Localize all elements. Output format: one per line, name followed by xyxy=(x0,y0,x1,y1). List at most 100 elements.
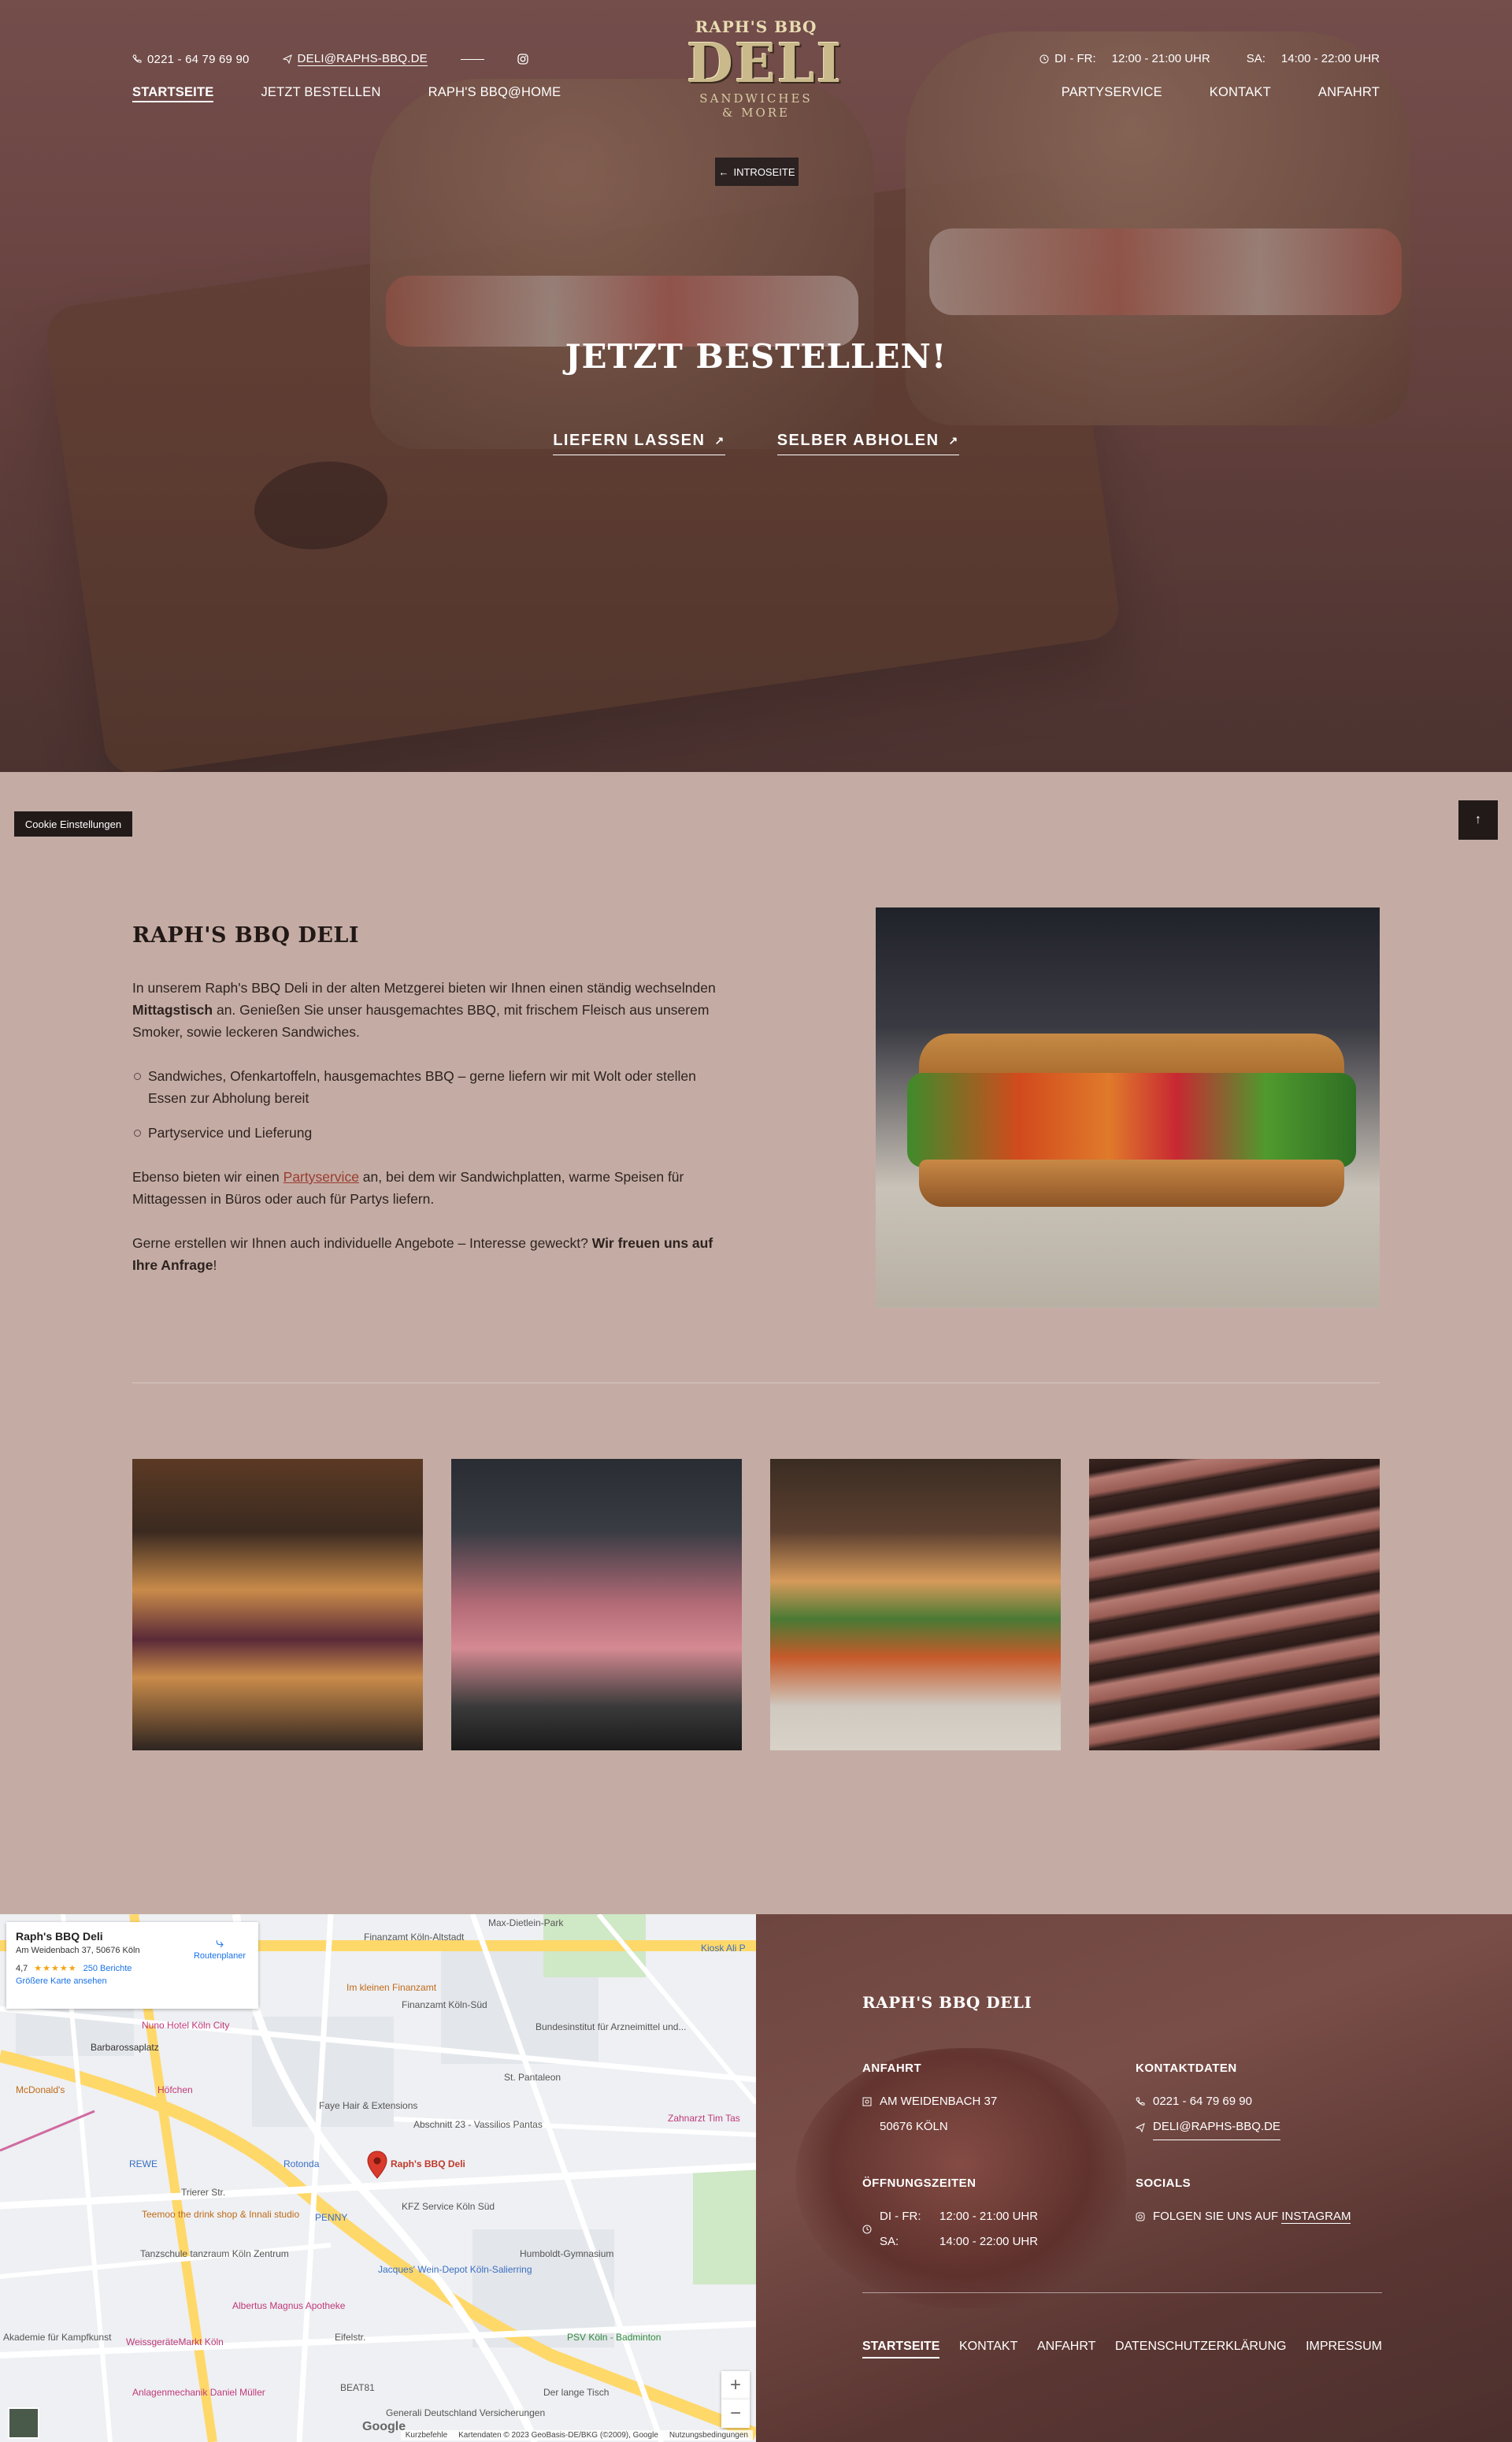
header-email-link[interactable]: DELI@RAPHS-BBQ.DE xyxy=(282,52,428,66)
route-planner-label: Routenplaner xyxy=(193,1951,246,1961)
map-label: Abschnitt 23 - Vassilios Pantas xyxy=(413,2119,543,2130)
footer-kontakt-title: KONTAKTDATEN xyxy=(1136,2062,1237,2075)
map-label: Faye Hair & Extensions xyxy=(319,2100,418,2111)
gallery-image-brisket[interactable] xyxy=(1089,1459,1380,1750)
about-title: RAPH'S BBQ DELI xyxy=(132,923,360,948)
map-label: Nuno Hotel Köln City xyxy=(142,2020,230,2031)
map-label: McDonald's xyxy=(16,2084,65,2095)
instagram-link[interactable] xyxy=(517,54,528,65)
footer-anfahrt-title: ANFAHRT xyxy=(862,2062,922,2075)
footer-hours-title: ÖFFNUNGSZEITEN xyxy=(862,2177,976,2190)
map-pin-label: Raph's BBQ Deli xyxy=(391,2158,465,2169)
clock-icon xyxy=(862,2225,872,2234)
map-label: Generali Deutschland Versicherungen xyxy=(386,2407,546,2418)
footer-email-link[interactable]: DELI@RAPHS-BBQ.DE xyxy=(1136,2114,1280,2140)
gallery-image-pastrami[interactable] xyxy=(451,1459,742,1750)
footer-nav-kontakt[interactable]: KONTAKT xyxy=(959,2340,1017,2358)
scroll-to-top-button[interactable]: ↑ xyxy=(1458,800,1498,840)
arrow-left-icon: ← xyxy=(718,165,729,178)
map-label: Albertus Magnus Apotheke xyxy=(232,2300,346,2311)
delivery-link-label: LIEFERN LASSEN xyxy=(553,432,706,449)
footer-city: 50676 KÖLN xyxy=(880,2120,948,2133)
footer-divider xyxy=(862,2292,1382,2293)
clock-icon xyxy=(1040,54,1049,64)
footer-nav-anfahrt[interactable]: ANFAHRT xyxy=(1037,2340,1095,2358)
phone-icon xyxy=(1136,2097,1145,2106)
footer-nav-startseite[interactable]: STARTSEITE xyxy=(862,2340,940,2358)
star-rating-icon: ★★★★★ xyxy=(34,1964,77,1973)
map-label: Finanzamt Köln-Süd xyxy=(402,1999,487,2010)
footer-nav-impressum[interactable]: IMPRESSUM xyxy=(1306,2340,1382,2358)
route-planner-link[interactable]: ⤷ Routenplaner xyxy=(194,1935,246,1961)
footer-socials: SOCIALS FOLGEN SIE UNS AUF INSTAGRAM xyxy=(1136,2171,1351,2229)
about-list: Sandwiches, Ofenkartoffeln, hausgemachte… xyxy=(132,1065,731,1144)
map-label: Der lange Tisch xyxy=(543,2387,610,2398)
pickup-link-label: SELBER ABHOLEN xyxy=(776,432,939,449)
google-logo: Google xyxy=(362,2420,406,2433)
satellite-view-toggle[interactable] xyxy=(8,2407,39,2439)
map-label: BEAT81 xyxy=(340,2382,375,2393)
zoom-out-button[interactable]: − xyxy=(721,2399,750,2428)
footer-phone: 0221 - 64 79 69 90 xyxy=(1153,2095,1252,2108)
cookie-settings-button[interactable]: Cookie Einstellungen xyxy=(14,811,132,837)
header-phone-link[interactable]: 0221 - 64 79 69 90 xyxy=(132,53,250,66)
footer-hours: ÖFFNUNGSZEITEN DI - FR: 12:00 - 21:00 UH… xyxy=(862,2171,1042,2255)
map-label: Max-Dietlein-Park xyxy=(488,1917,564,1928)
map-terms-link[interactable]: Nutzungsbedingungen xyxy=(669,2431,748,2440)
nav-item-partyservice[interactable]: PARTYSERVICE xyxy=(1062,85,1162,102)
zoom-in-button[interactable]: + xyxy=(721,2371,750,2399)
map-label: St. Pantaleon xyxy=(504,2072,561,2083)
footer-nav-datenschutz[interactable]: DATENSCHUTZERKLÄRUNG xyxy=(1115,2340,1287,2358)
nav-item-startseite[interactable]: STARTSEITE xyxy=(132,85,214,102)
gallery-image-veggie-sandwich[interactable] xyxy=(770,1459,1061,1750)
delivery-link[interactable]: LIEFERN LASSEN ↗ xyxy=(553,432,725,455)
main-nav-right: PARTYSERVICE KONTAKT ANFAHRT xyxy=(1062,85,1380,102)
map-reviews-link[interactable]: 250 Berichte xyxy=(83,1964,132,1973)
logo-sub-text-1: SANDWICHES xyxy=(699,91,813,106)
map-label: PSV Köln - Badminton xyxy=(567,2332,662,2343)
nav-item-anfahrt[interactable]: ANFAHRT xyxy=(1318,85,1380,102)
footer-instagram-link[interactable]: INSTAGRAM xyxy=(1281,2210,1351,2224)
partyservice-link[interactable]: Partyservice xyxy=(284,1169,359,1185)
arrow-up-icon: ↑ xyxy=(1475,813,1481,826)
nav-item-bbq-home[interactable]: RAPH'S BBQ@HOME xyxy=(428,85,561,102)
map-label: Humboldt-Gymnasium xyxy=(520,2248,614,2259)
hero-links: LIEFERN LASSEN ↗ SELBER ABHOLEN ↗ xyxy=(0,432,1512,455)
list-item: Partyservice und Lieferung xyxy=(132,1122,731,1144)
phone-icon xyxy=(132,54,142,64)
gallery-image-sandwich[interactable] xyxy=(132,1459,423,1750)
map-label: Kiosk Ali P xyxy=(701,1943,746,1954)
about-paragraph-1: In unserem Raph's BBQ Deli in der alten … xyxy=(132,980,716,1040)
intro-page-button[interactable]: ← INTROSEITE xyxy=(715,158,799,186)
about-section: RAPH'S BBQ DELI In unserem Raph's BBQ De… xyxy=(132,906,731,1298)
external-arrow-icon: ↗ xyxy=(714,434,725,447)
sandwich-feature-image xyxy=(876,907,1380,1308)
instagram-icon xyxy=(517,54,528,65)
site-logo[interactable]: RAPH'S BBQ DELI SANDWICHES & MORE xyxy=(687,17,843,143)
header-hours-label-2: SA: xyxy=(1246,52,1266,65)
footer-hours-label-1: DI - FR: xyxy=(880,2210,921,2223)
intro-page-button-label: INTROSEITE xyxy=(733,165,795,178)
logo-sub-text-2: & MORE xyxy=(721,106,791,120)
bigger-map-link[interactable]: Größere Karte ansehen xyxy=(16,1976,249,1986)
nav-item-jetzt-bestellen[interactable]: JETZT BESTELLEN xyxy=(261,85,380,102)
footer-anfahrt: ANFAHRT AM WEIDENBACH 37 50676 KÖLN xyxy=(862,2056,997,2140)
nav-item-kontakt[interactable]: KONTAKT xyxy=(1210,85,1271,102)
map-label: Rotonda xyxy=(284,2158,320,2169)
hero-title: JETZT BESTELLEN! xyxy=(565,337,947,376)
footer-instagram-prefix: FOLGEN SIE UNS AUF xyxy=(1153,2210,1282,2223)
send-icon xyxy=(1136,2122,1145,2132)
map-place-card: Raph's BBQ Deli Am Weidenbach 37, 50676 … xyxy=(6,1922,258,2009)
map-label: Anlagenmechanik Daniel Müller xyxy=(132,2387,265,2398)
map-marker-icon xyxy=(862,2097,872,2106)
header-hours-value-1: 12:00 - 21:00 UHR xyxy=(1111,52,1210,65)
map-label: Im kleinen Finanzamt xyxy=(346,1982,437,1993)
footer-phone-link[interactable]: 0221 - 64 79 69 90 xyxy=(1136,2089,1280,2114)
map-rating: 4,7 xyxy=(16,1963,28,1973)
logo-main-text: DELI xyxy=(687,32,843,95)
google-map[interactable]: Finanzamt Köln-Altstadt Max-Dietlein-Par… xyxy=(0,1914,756,2442)
map-attribution: Kurzbefehle Kartendaten © 2023 GeoBasis-… xyxy=(400,2430,753,2440)
keyboard-shortcuts-link[interactable]: Kurzbefehle xyxy=(406,2431,447,2440)
pickup-link[interactable]: SELBER ABHOLEN ↗ xyxy=(776,432,959,455)
map-label: Finanzamt Köln-Altstadt xyxy=(364,1932,465,1943)
